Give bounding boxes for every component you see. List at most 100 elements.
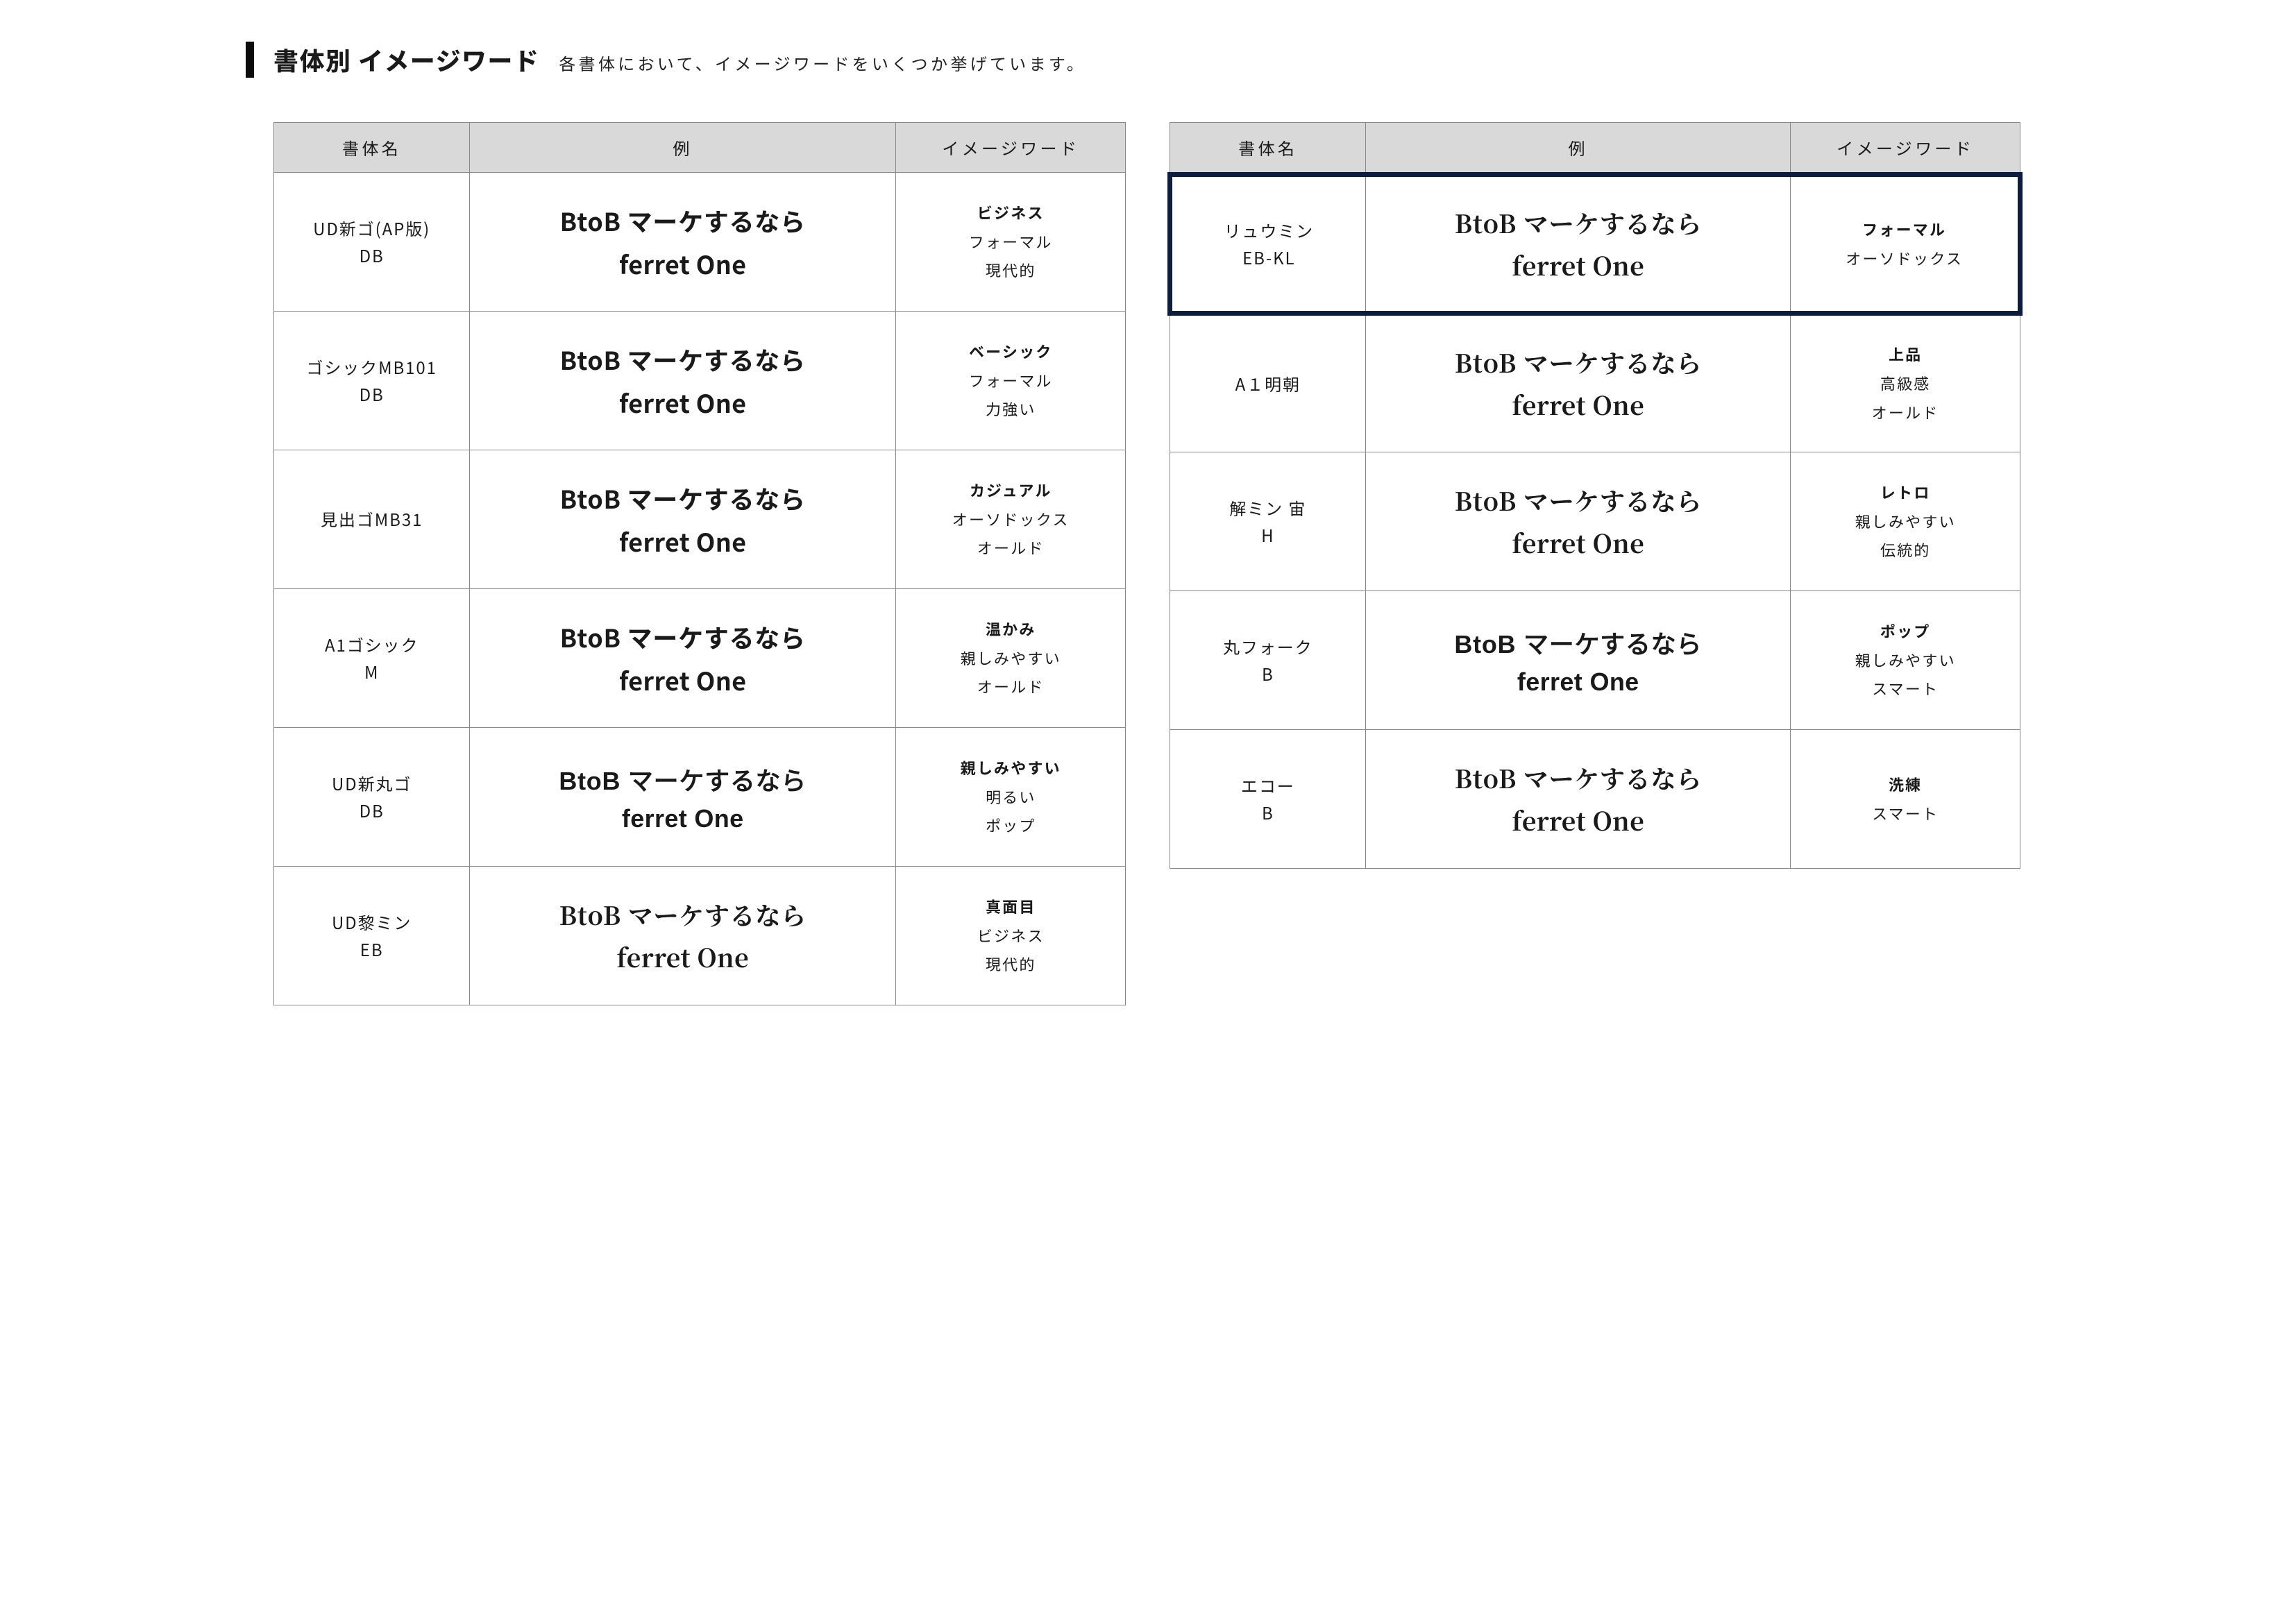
- sample-line-2: ferret One: [1377, 525, 1779, 561]
- image-word: 現代的: [907, 950, 1114, 979]
- col-header-words: イメージワード: [1791, 123, 2020, 175]
- image-word: 高級感: [1802, 369, 2009, 398]
- sample-line-2: ferret One: [481, 384, 884, 420]
- font-name-line: リュウミン: [1183, 217, 1354, 244]
- table-row: 見出ゴMB31BtoB マーケするならferret Oneカジュアルオーソドック…: [274, 450, 1126, 589]
- table-row: UD新丸ゴDB BtoB マーケするなら ferret One 親しみやすい明るいポッ…: [274, 728, 1126, 867]
- image-words: 親しみやすい明るいポップ: [896, 728, 1126, 867]
- table-row: ゴシックMB101DBBtoB マーケするならferret Oneベーシックフォ…: [274, 312, 1126, 450]
- col-header-sample: 例: [470, 123, 896, 173]
- sample-line-1: BtoB マーケするなら: [1377, 345, 1779, 380]
- font-sample: BtoB マーケするならferret One: [470, 312, 896, 450]
- image-word: 上品: [1802, 340, 2009, 369]
- image-word: オーソドックス: [1802, 244, 2007, 273]
- image-word: フォーマル: [907, 228, 1114, 257]
- font-name-line: EB: [285, 936, 458, 962]
- page: 書体別 イメージワード 各書体において、イメージワードをいくつか挙げています。 …: [246, 42, 2050, 1005]
- image-word: 明るい: [907, 783, 1114, 812]
- image-words: ベーシックフォーマル力強い: [896, 312, 1126, 450]
- image-word: ビジネス: [907, 921, 1114, 951]
- page-subtitle: 各書体において、イメージワードをいくつか挙げています。: [559, 51, 1086, 75]
- font-name-line: H: [1181, 522, 1354, 548]
- font-sample: BtoB マーケするなら ferret One: [1366, 314, 1791, 452]
- font-name: A１明朝: [1170, 314, 1366, 452]
- table-row: リュウミンEB-KL BtoB マーケするなら ferret One フォーマルオーソ…: [1170, 175, 2020, 314]
- table-header-row: 書体名 例 イメージワード: [274, 123, 1126, 173]
- image-word: フォーマル: [1802, 215, 2007, 244]
- table-row: UD新ゴ(AP版)DBBtoB マーケするならferret Oneビジネスフォー…: [274, 173, 1126, 312]
- font-name: 解ミン 宙H: [1170, 452, 1366, 591]
- font-name-line: B: [1181, 799, 1354, 826]
- image-words: ビジネスフォーマル現代的: [896, 173, 1126, 312]
- image-word: 伝統的: [1802, 536, 2009, 565]
- sample-line-1: BtoB マーケするなら: [1377, 205, 1779, 241]
- font-name: ゴシックMB101DB: [274, 312, 470, 450]
- image-word: カジュアル: [907, 476, 1114, 505]
- col-header-words: イメージワード: [896, 123, 1126, 173]
- font-name-line: ゴシックMB101: [285, 354, 458, 380]
- table-row: UD黎ミンEB BtoB マーケするなら ferret One 真面目ビジネス現代的: [274, 867, 1126, 1005]
- image-words: カジュアルオーソドックスオールド: [896, 450, 1126, 589]
- font-name-line: A1ゴシック: [285, 631, 458, 658]
- sample-line-1: BtoB マーケするなら: [481, 480, 884, 516]
- image-word: ポップ: [1802, 617, 2009, 646]
- table-body-left: UD新ゴ(AP版)DBBtoB マーケするならferret Oneビジネスフォー…: [274, 173, 1126, 1005]
- font-name: 丸フォークB: [1170, 591, 1366, 730]
- sample-line-2: ferret One: [481, 940, 884, 975]
- font-name-line: 見出ゴMB31: [285, 506, 458, 532]
- font-sample: BtoB マーケするなら ferret One: [1366, 452, 1791, 591]
- table-row: エコーBBtoB マーケするならferret One洗練スマート: [1170, 730, 2020, 869]
- image-words: 真面目ビジネス現代的: [896, 867, 1126, 1005]
- image-word: 現代的: [907, 256, 1114, 285]
- sample-line-2: ferret One: [481, 246, 884, 282]
- image-word: ビジネス: [907, 198, 1114, 228]
- image-word: 親しみやすい: [907, 754, 1114, 783]
- font-name-line: エコー: [1181, 772, 1354, 799]
- font-name: UD新ゴ(AP版)DB: [274, 173, 470, 312]
- table-row: 丸フォークBBtoB マーケするならferret Oneポップ親しみやすいスマー…: [1170, 591, 2020, 730]
- font-name: エコーB: [1170, 730, 1366, 869]
- font-sample: BtoB マーケするならferret One: [470, 450, 896, 589]
- image-words: レトロ親しみやすい伝統的: [1791, 452, 2020, 591]
- sample-line-1: BtoB マーケするなら: [1377, 483, 1779, 518]
- table-body-right: リュウミンEB-KL BtoB マーケするなら ferret One フォーマルオーソ…: [1170, 175, 2020, 869]
- font-name-line: B: [1181, 661, 1354, 687]
- font-sample: BtoB マーケするならferret One: [1366, 591, 1791, 730]
- font-name: A1ゴシックM: [274, 589, 470, 728]
- image-word: 真面目: [907, 892, 1114, 921]
- sample-line-1: BtoB マーケするなら: [1377, 760, 1779, 796]
- font-name-line: DB: [285, 242, 458, 269]
- font-sample: BtoB マーケするなら ferret One: [470, 867, 896, 1005]
- image-word: 力強い: [907, 395, 1114, 424]
- image-word: スマート: [1802, 674, 2009, 704]
- image-word: ポップ: [907, 811, 1114, 840]
- image-words: ポップ親しみやすいスマート: [1791, 591, 2020, 730]
- font-name-line: M: [285, 658, 458, 685]
- image-word: 温かみ: [907, 615, 1114, 644]
- font-name-line: UD新丸ゴ: [285, 770, 458, 797]
- font-name: リュウミンEB-KL: [1170, 175, 1366, 314]
- sample-line-2: ferret One: [1377, 248, 1779, 283]
- tables-row: 書体名 例 イメージワード UD新ゴ(AP版)DB BtoB マーケするなら fer…: [246, 122, 2050, 1005]
- image-word: 洗練: [1802, 770, 2009, 799]
- sample-line-1: BtoB マーケするなら: [481, 897, 884, 933]
- sample-line-1: BtoB マーケするなら: [481, 761, 884, 797]
- image-words: 洗練スマート: [1791, 730, 2020, 869]
- font-sample: BtoB マーケするならferret One: [470, 173, 896, 312]
- font-name-line: EB-KL: [1183, 244, 1354, 271]
- sample-line-2: ferret One: [481, 804, 884, 833]
- page-title: 書体別 イメージワード: [273, 42, 539, 78]
- image-word: オールド: [1802, 398, 2009, 427]
- font-name-line: DB: [285, 381, 458, 407]
- font-name: UD黎ミンEB: [274, 867, 470, 1005]
- sample-line-1: BtoB マーケするなら: [1377, 624, 1779, 661]
- font-name-line: DB: [285, 797, 458, 824]
- image-words: 上品高級感オールド: [1791, 314, 2020, 452]
- image-word: オーソドックス: [907, 505, 1114, 534]
- sample-line-2: ferret One: [1377, 387, 1779, 423]
- font-table-right: 書体名 例 イメージワード リュウミンEB-KL BtoB マーケするなら ferr…: [1167, 122, 2023, 869]
- font-name-line: 丸フォーク: [1181, 634, 1354, 660]
- table-header-row: 書体名 例 イメージワード: [1170, 123, 2020, 175]
- table-row: A1ゴシックMBtoB マーケするならferret One温かみ親しみやすいオー…: [274, 589, 1126, 728]
- image-words: フォーマルオーソドックス: [1791, 175, 2020, 314]
